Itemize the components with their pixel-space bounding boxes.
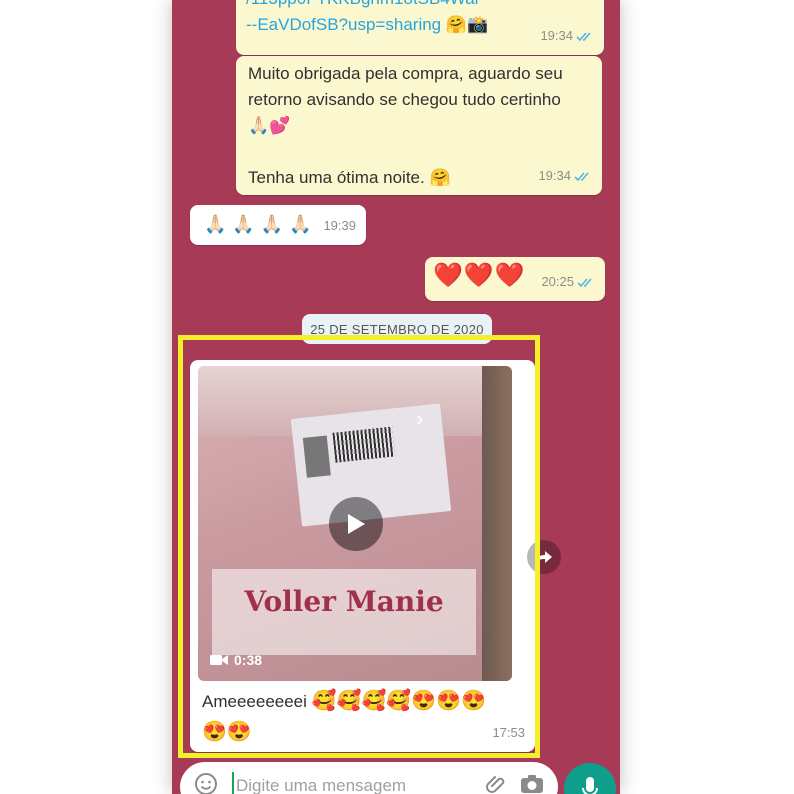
message-time: 19:34 bbox=[540, 28, 573, 43]
microphone-icon bbox=[582, 777, 598, 794]
message-time: 17:53 bbox=[492, 725, 525, 740]
video-duration-text: 0:38 bbox=[234, 652, 263, 668]
forward-icon bbox=[536, 551, 552, 563]
emoji-icon[interactable] bbox=[194, 772, 218, 794]
camera-icon[interactable] bbox=[520, 774, 544, 794]
forward-button[interactable] bbox=[527, 540, 561, 574]
chevron-right-icon: › bbox=[416, 406, 424, 431]
text-cursor bbox=[232, 772, 234, 794]
message-input[interactable]: Digite uma mensagem bbox=[236, 776, 406, 794]
message-meta: 19:39 bbox=[323, 213, 356, 239]
message-time: 19:34 bbox=[538, 168, 571, 183]
message-emoji: 🤗 bbox=[429, 168, 451, 187]
attach-icon[interactable] bbox=[486, 774, 508, 794]
message-meta: 20:25 bbox=[541, 269, 595, 295]
logo-overlay: Voller Manie bbox=[212, 569, 476, 655]
message-line: Muito obrigada pela compra, aguardo seu bbox=[248, 64, 563, 83]
message-time: 19:39 bbox=[323, 218, 356, 233]
message-bubble-link[interactable]: /113pp0FTKKBghm18tSB4Wal --EaVDofSB?usp=… bbox=[236, 0, 604, 55]
message-emoji: 🤗📸 bbox=[445, 15, 489, 34]
play-icon bbox=[348, 514, 365, 534]
message-bubble-pray[interactable]: 🙏🏻🙏🏻🙏🏻🙏🏻 19:39 bbox=[190, 205, 366, 245]
caption-emoji: 🥰🥰🥰🥰😍😍😍 bbox=[311, 690, 486, 712]
message-bubble-hearts[interactable]: ❤️❤️❤️ 20:25 bbox=[425, 257, 605, 301]
chat-panel: /113pp0FTKKBghm18tSB4Wal --EaVDofSB?usp=… bbox=[172, 0, 620, 794]
caption-emoji: 😍😍 bbox=[202, 721, 252, 743]
video-caption: Ameeeeeeeei 🥰🥰🥰🥰😍😍😍 😍😍 bbox=[202, 686, 522, 747]
package-label-code bbox=[302, 435, 331, 478]
video-duration: 0:38 bbox=[210, 647, 262, 673]
message-meta: 19:34 bbox=[540, 23, 594, 49]
thumbnail-background bbox=[482, 366, 512, 681]
microphone-button[interactable] bbox=[564, 763, 616, 794]
caption-text: Ameeeeeeeei bbox=[202, 692, 307, 711]
message-link-line2[interactable]: --EaVDofSB?usp=sharing 🤗📸 bbox=[246, 12, 488, 38]
message-composer[interactable]: Digite uma mensagem bbox=[180, 762, 558, 794]
video-thumbnail[interactable]: › Voller Manie 0:38 bbox=[198, 366, 512, 681]
message-bubble-video[interactable]: › Voller Manie 0:38 Ameeeeeeeei 🥰🥰🥰🥰😍😍😍 … bbox=[190, 360, 535, 752]
message-link-line1[interactable]: /113pp0FTKKBghm18tSB4Wal bbox=[246, 0, 478, 12]
message-meta: 19:34 bbox=[538, 163, 592, 189]
message-meta: 17:53 bbox=[492, 720, 525, 746]
message-emoji: 🙏🏻💕 bbox=[248, 116, 291, 135]
play-button[interactable] bbox=[329, 497, 383, 551]
message-emoji: 🙏🏻🙏🏻🙏🏻🙏🏻 bbox=[204, 214, 318, 234]
message-time: 20:25 bbox=[541, 274, 574, 289]
date-separator: 25 DE SETEMBRO DE 2020 bbox=[302, 314, 492, 344]
message-emoji: ❤️❤️❤️ bbox=[433, 262, 526, 289]
double-check-read-icon bbox=[577, 277, 595, 288]
double-check-read-icon bbox=[574, 171, 592, 182]
double-check-read-icon bbox=[576, 31, 594, 42]
message-bubble-thanks[interactable]: Muito obrigada pela compra, aguardo seu … bbox=[236, 56, 602, 195]
brand-logo-text: Voller Manie bbox=[244, 585, 444, 618]
package-label-barcode bbox=[332, 426, 396, 463]
video-camera-icon bbox=[210, 655, 228, 665]
message-line: retorno avisando se chegou tudo certinho bbox=[248, 90, 561, 109]
caption-line: Ameeeeeeeei 🥰🥰🥰🥰😍😍😍 bbox=[202, 686, 522, 717]
